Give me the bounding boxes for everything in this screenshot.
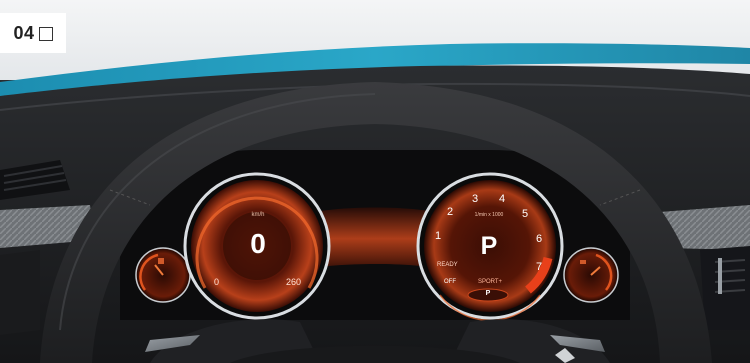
gear-display: P — [480, 232, 498, 260]
figure-label-badge: 04 — [0, 13, 66, 53]
rpm-unit-label: 1/min x 1000 — [474, 212, 504, 218]
temperature-gauge — [563, 247, 619, 303]
speed-value: 0 — [250, 228, 266, 259]
gear-indicator-small: P — [485, 290, 491, 297]
figure-number: 04 — [13, 22, 35, 43]
fuel-gauge — [135, 247, 191, 303]
dashboard-scene: km/h 0 0 260 1 2 3 4 5 6 7 1/min x 1000 … — [0, 0, 750, 363]
ready-indicator: READY — [437, 262, 458, 268]
speed-scale-max: 260 — [286, 277, 302, 287]
speed-scale-min: 0 — [214, 277, 220, 287]
rpm-tick-3: 3 — [472, 193, 479, 205]
rpm-tick-7: 7 — [536, 261, 543, 273]
rpm-tick-2: 2 — [447, 206, 454, 218]
rpm-tick-4: 4 — [499, 193, 506, 205]
rpm-tick-1: 1 — [435, 230, 442, 242]
rpm-tick-6: 6 — [536, 233, 543, 245]
checkbox-icon[interactable] — [38, 26, 53, 41]
rpm-tick-5: 5 — [522, 208, 529, 220]
off-indicator: OFF — [444, 279, 456, 285]
speed-unit-label: km/h — [251, 212, 265, 218]
drive-mode-label: SPORT+ — [477, 279, 503, 285]
